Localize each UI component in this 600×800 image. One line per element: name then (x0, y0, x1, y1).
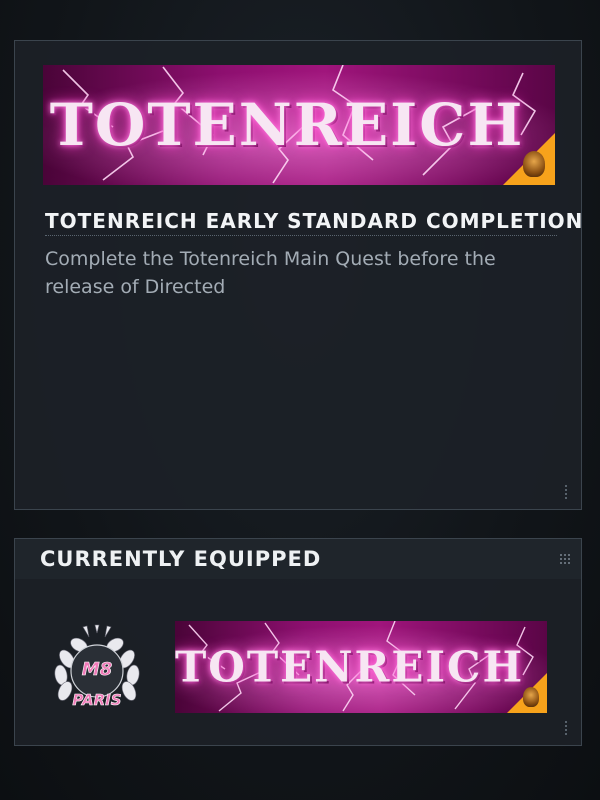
calling-card-description: Complete the Totenreich Main Quest befor… (45, 248, 496, 298)
equipped-title: CURRENTLY EQUIPPED (40, 547, 322, 571)
calling-card-banner: TOTENREICH (43, 65, 555, 185)
laurel-wreath-icon: M8 PARIS (54, 624, 140, 709)
banner-title-text: TOTENREICH (49, 91, 525, 159)
emblem-bottom-text: PARIS (72, 691, 121, 709)
title-divider (45, 235, 557, 236)
equipped-emblem[interactable]: M8 PARIS (49, 623, 145, 715)
panel-corner-marker (565, 721, 571, 735)
skull-icon (523, 151, 545, 177)
currently-equipped-panel: CURRENTLY EQUIPPED M8 PARIS TOTENREICH (14, 538, 582, 746)
grid-icon (559, 553, 571, 565)
equipped-banner-title-text: TOTENREICH (175, 642, 525, 692)
equipped-header: CURRENTLY EQUIPPED (15, 539, 581, 579)
calling-card-detail-panel: TOTENREICH TOTENREICH EARLY STANDARD COM… (14, 40, 582, 510)
panel-corner-marker (565, 485, 571, 499)
skull-icon (523, 687, 539, 707)
emblem-top-text: M8 (82, 659, 112, 680)
calling-card-title: TOTENREICH EARLY STANDARD COMPLETION (45, 209, 584, 233)
equipped-calling-card[interactable]: TOTENREICH (175, 621, 547, 713)
